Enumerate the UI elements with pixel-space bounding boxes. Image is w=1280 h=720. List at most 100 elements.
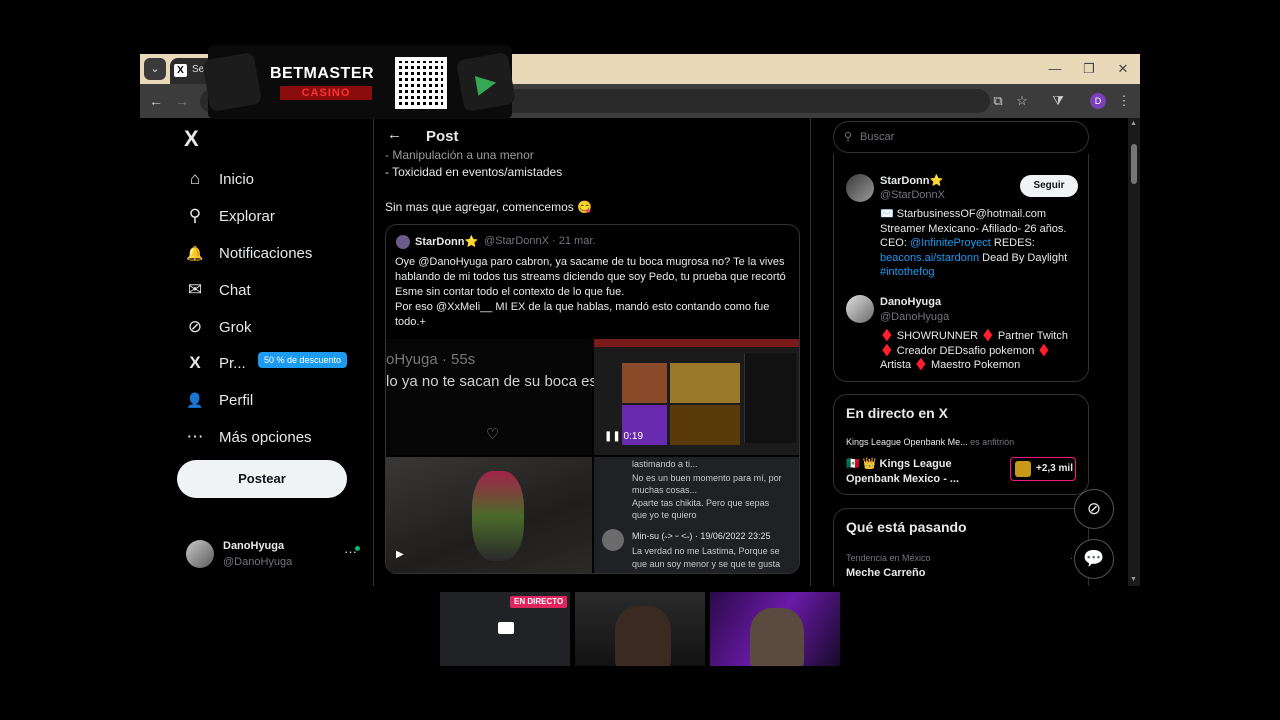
person-icon: 👤: [186, 391, 204, 408]
media-image-chat[interactable]: lastimando a ti... No es un buen momento…: [594, 457, 799, 573]
right-sidebar: ⚲ Buscar StarDonn⭐ @StarDonnX Seguir ✉️ …: [811, 118, 1140, 586]
media-video-selfie[interactable]: ▶: [386, 457, 592, 573]
back-arrow-icon[interactable]: ←: [146, 91, 166, 111]
nav-item-mas-opciones[interactable]: ⋯ Más opciones: [184, 422, 364, 452]
heart-icon: ♡: [486, 426, 500, 443]
trends-heading: Qué está pasando: [846, 519, 967, 535]
scrollbar-thumb[interactable]: [1131, 144, 1137, 184]
chat-line: lastimando a ti...: [632, 459, 698, 469]
bell-icon: 🔔: [186, 244, 204, 261]
nav-item-notificaciones[interactable]: 🔔 Notificaciones: [184, 238, 364, 268]
live-title[interactable]: 🇲🇽 👑 Kings League Openbank Mexico - ...: [846, 457, 959, 487]
user-name[interactable]: DanoHyuga: [880, 296, 941, 308]
video-topbar: [594, 339, 799, 347]
nav-label: Explorar: [219, 207, 275, 225]
forward-arrow-icon[interactable]: →: [172, 91, 192, 111]
trend-name[interactable]: Meche Carreño: [846, 567, 925, 579]
tab-search-button[interactable]: ⌄: [144, 58, 166, 80]
live-title-line: Openbank Mexico - ...: [846, 473, 960, 485]
page-title: Post: [426, 128, 459, 145]
live-heading: En directo en X: [846, 405, 948, 421]
listener-count: +2,3 mil: [1036, 463, 1073, 474]
media-video[interactable]: ❚❚ 0:19: [594, 339, 799, 455]
x-app: X ⌂ Inicio ⚲ Explorar 🔔 Notificaciones ✉…: [140, 118, 1140, 586]
quote-author-name[interactable]: StarDonn⭐: [415, 235, 478, 248]
user-handle: @DanoHyuga: [880, 311, 950, 323]
chat-line: No es un buen momento para mí, por: [632, 473, 782, 483]
chat-line: Aparte tas chikita. Pero que sepas: [632, 498, 770, 508]
back-arrow-icon[interactable]: ←: [387, 126, 402, 143]
left-navigation: X ⌂ Inicio ⚲ Explorar 🔔 Notificaciones ✉…: [140, 118, 373, 586]
browser-menu-icon[interactable]: ⋮: [1114, 91, 1134, 111]
post-text-line: Sin mas que agregar, comencemos 😋: [385, 200, 593, 214]
quoted-post[interactable]: StarDonn⭐ @StarDonnX · 21 mar. Oye @Dano…: [385, 224, 800, 574]
grok-fab-icon[interactable]: ⊘: [1074, 489, 1114, 529]
maximize-button[interactable]: ❐: [1072, 58, 1106, 80]
x-logo[interactable]: X: [184, 126, 199, 152]
live-card[interactable]: En directo en X Kings League Openbank Me…: [833, 394, 1089, 495]
page-scrollbar[interactable]: ▲ ▼: [1128, 118, 1140, 586]
host-name: Kings League Openbank Me...: [846, 437, 968, 447]
x-premium-icon: X: [189, 353, 201, 372]
quote-avatar[interactable]: [396, 235, 410, 249]
account-name[interactable]: DanoHyuga: [223, 540, 284, 552]
user-name[interactable]: StarDonn⭐: [880, 174, 943, 187]
media-text: lo ya no te sacan de su boca es: [386, 373, 597, 390]
post-button[interactable]: Postear: [177, 460, 347, 498]
betmaster-ad-overlay[interactable]: BETMASTER CASINO ▶: [201, 45, 517, 119]
grok-icon: ⊘: [187, 317, 203, 336]
scroll-down-icon[interactable]: ▼: [1130, 576, 1137, 583]
nav-item-grok[interactable]: ⊘ Grok: [184, 312, 364, 342]
messages-fab-icon[interactable]: 💬: [1074, 539, 1114, 579]
scroll-up-icon[interactable]: ▲: [1130, 120, 1137, 127]
bio-line: Artista ♦️ Maestro Pokemon: [880, 359, 1021, 372]
media-image-screenshot[interactable]: oHyuga · 55s lo ya no te sacan de su boc…: [386, 339, 597, 455]
close-window-button[interactable]: ✕: [1106, 58, 1140, 80]
user-bio: ✉️ StarbusinessOF@hotmail.com Streamer M…: [880, 207, 1080, 280]
user-avatar[interactable]: [846, 295, 874, 323]
user-avatar[interactable]: [846, 174, 874, 202]
profile-avatar[interactable]: D: [1090, 93, 1106, 109]
nav-label: Pr...: [219, 354, 246, 372]
live-thumb: [1015, 461, 1031, 477]
follow-button[interactable]: Seguir: [1020, 175, 1078, 197]
bookmark-star-icon[interactable]: ☆: [1012, 91, 1032, 111]
account-avatar[interactable]: [186, 540, 214, 568]
chat-line: que yo te quiero: [632, 510, 697, 520]
minimize-button[interactable]: —: [1038, 58, 1072, 80]
premium-discount-badge[interactable]: 50 % de descuento: [258, 352, 348, 368]
search-placeholder: Buscar: [860, 131, 895, 143]
quote-text: Oye @DanoHyuga paro cabron, ya sacame de…: [395, 256, 786, 328]
live-listener-count[interactable]: +2,3 mil: [1010, 457, 1076, 481]
more-icon: ⋯: [186, 427, 204, 446]
quote-author-handle: @StarDonnX · 21 mar.: [484, 235, 596, 247]
bio-link[interactable]: @InfiniteProyect: [910, 237, 991, 249]
install-app-icon[interactable]: ⧉: [988, 91, 1008, 111]
user-handle: @StarDonnX: [880, 189, 945, 201]
video-thumb: [670, 405, 740, 445]
bio-link[interactable]: #intothefog: [880, 266, 934, 278]
nav-item-chat[interactable]: ✉ Chat: [184, 275, 364, 305]
bio-line: ✉️ StarbusinessOF@hotmail.com: [880, 208, 1047, 220]
nav-item-inicio[interactable]: ⌂ Inicio: [184, 164, 364, 194]
qr-code: [395, 57, 447, 109]
nav-label: Más opciones: [219, 428, 312, 446]
bio-text: CEO:: [880, 237, 910, 250]
bio-text: Dead By Daylight: [979, 251, 1068, 264]
search-input[interactable]: ⚲ Buscar: [833, 121, 1089, 153]
nav-item-perfil[interactable]: 👤 Perfil: [184, 385, 364, 415]
chat-avatar: [602, 529, 624, 551]
nav-label: Notificaciones: [219, 244, 313, 262]
host-role: es anfitrión: [970, 437, 1015, 447]
apple-icon: [201, 51, 263, 113]
nav-item-explorar[interactable]: ⚲ Explorar: [184, 201, 364, 231]
extensions-icon[interactable]: ⧩: [1048, 91, 1068, 111]
browser-window: ⌄ X Sel — ❐ ✕ ← → ⧉ ☆ ⧩ D ⋮ X ⌂ Inicio ⚲…: [140, 54, 1140, 586]
video-thumb: [622, 363, 667, 403]
live-host[interactable]: Kings League Openbank Me... es anfitrión: [846, 437, 1014, 447]
post-text-line: - Toxicidad en eventos/amistades: [385, 165, 563, 179]
play-icon[interactable]: ▶: [396, 549, 404, 560]
webcam-streamer-1: [575, 592, 705, 666]
bio-link[interactable]: beacons.ai/stardonn: [880, 252, 979, 264]
nav-label: Inicio: [219, 170, 255, 188]
